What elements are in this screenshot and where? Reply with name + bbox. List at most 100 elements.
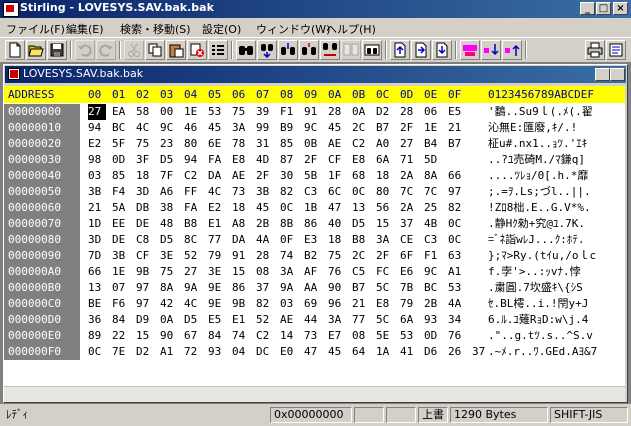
ascii-text[interactable]: '鷭..Su9ｌ(.ﾒ(.翟 (488, 104, 593, 120)
hex-byte[interactable]: 45 (208, 120, 226, 136)
hex-byte[interactable]: 45 (256, 200, 274, 216)
hex-byte[interactable]: 8B (280, 216, 298, 232)
delete-icon[interactable] (187, 40, 207, 60)
hex-byte[interactable]: 28 (328, 104, 346, 120)
hex-byte[interactable]: F4 (112, 184, 130, 200)
hex-byte[interactable]: 64 (352, 344, 370, 360)
hex-byte[interactable]: 2F (304, 152, 322, 168)
hex-byte[interactable]: 78 (232, 136, 250, 152)
hex-byte[interactable]: 4D (256, 152, 274, 168)
hex-byte[interactable]: 5C (376, 280, 394, 296)
horizontal-scrollbar[interactable] (4, 386, 625, 402)
document-icon[interactable] (8, 68, 20, 80)
hex-byte[interactable]: 3B (112, 248, 130, 264)
ascii-text[interactable]: 柾u#.nx1..ｮﾂ.'ｴｷ (488, 136, 587, 152)
hex-byte[interactable]: 08 (256, 264, 274, 280)
find-next-icon[interactable] (257, 40, 277, 60)
hex-byte[interactable]: BC (424, 280, 442, 296)
hex-byte[interactable]: A0 (376, 136, 394, 152)
hex-byte[interactable]: 9E (208, 280, 226, 296)
hex-byte[interactable]: AE (280, 312, 298, 328)
hex-byte[interactable]: 1E (184, 104, 202, 120)
hex-byte[interactable]: 76 (328, 264, 346, 280)
hex-byte[interactable]: 9A (280, 280, 298, 296)
hex-byte[interactable]: 75 (328, 248, 346, 264)
hex-byte[interactable]: 74 (280, 248, 298, 264)
hex-row[interactable]: 00000040 03 85 18 7F C2 DA AE 2F 30 5B 1F 68 18 2A 8A 66… (4, 168, 625, 184)
hex-byte[interactable]: 0B (304, 136, 322, 152)
hex-byte[interactable]: C5 (352, 264, 370, 280)
hex-byte[interactable]: 7C (424, 184, 442, 200)
hex-byte[interactable]: 8A (160, 280, 178, 296)
hex-byte[interactable]: 56 (376, 200, 394, 216)
hex-byte[interactable]: BE (88, 296, 106, 312)
hex-byte[interactable]: 15 (136, 328, 154, 344)
hex-byte[interactable]: 31 (256, 136, 274, 152)
hex-byte[interactable]: F6 (112, 296, 130, 312)
hex-byte[interactable]: 2C (352, 120, 370, 136)
hex-row[interactable]: 000000E0 89 22 15 90 67 84 74 C2 14 73 E7 08 5E 53 0D 76… (4, 328, 625, 344)
hex-byte[interactable]: 39 (256, 104, 274, 120)
hex-byte[interactable]: 9C (160, 120, 178, 136)
mark-icon[interactable] (460, 40, 480, 60)
hex-byte[interactable]: AF (304, 264, 322, 280)
hex-byte[interactable]: 1E (112, 264, 130, 280)
menu-search[interactable]: 検索・移動(S) (120, 21, 191, 37)
hex-byte[interactable]: 22 (112, 328, 130, 344)
hex-byte[interactable]: 0C (448, 232, 466, 248)
hex-byte[interactable]: 2A (400, 200, 418, 216)
hex-byte[interactable]: 66 (448, 168, 466, 184)
hex-byte[interactable]: 73 (304, 328, 322, 344)
hex-byte[interactable]: DB (136, 200, 154, 216)
hex-byte[interactable]: 37 (256, 280, 274, 296)
minimize-button[interactable]: _ (580, 2, 595, 15)
hex-row[interactable]: 00000060 21 5A DB 38 FA E2 18 45 0C 1B 47 13 56 2A 25 82… (4, 200, 625, 216)
hex-byte[interactable]: 34 (448, 312, 466, 328)
hex-byte[interactable]: 97 (136, 296, 154, 312)
hex-row[interactable]: 00000080 3D DE C8 D5 8C 77 DA 4A 0F E3 18 B8 3A CE C3 0C… (4, 232, 625, 248)
hex-byte[interactable]: 0D (112, 152, 130, 168)
hex-byte[interactable]: 0C (448, 216, 466, 232)
hex-byte[interactable]: 0A (160, 312, 178, 328)
hex-byte[interactable]: 99 (256, 120, 274, 136)
copy-icon[interactable] (145, 40, 165, 60)
hex-byte[interactable]: 23 (160, 136, 178, 152)
hex-byte[interactable]: 26 (448, 344, 466, 360)
hex-byte[interactable]: 4B (424, 216, 442, 232)
hex-byte[interactable]: 52 (256, 312, 274, 328)
hex-byte[interactable]: 30 (280, 168, 298, 184)
hex-row[interactable]: 000000A0 66 1E 9B 75 27 3E 15 08 3A AF 76 C5 FC E6 9C A1… (4, 264, 625, 280)
ascii-text[interactable]: !Zﾛ8柮.E..G.V*%. (488, 200, 591, 216)
hex-row[interactable]: 00000010 94 BC 4C 9C 46 45 3A 99 B9 9C 45 2C B7 2F 1E 21… (4, 120, 625, 136)
hex-byte[interactable]: CF (328, 152, 346, 168)
hex-byte[interactable]: 63 (448, 248, 466, 264)
hex-byte[interactable]: 1B (304, 200, 322, 216)
hex-byte[interactable]: 9C (424, 264, 442, 280)
hex-byte[interactable]: 2F (400, 120, 418, 136)
menu-settings[interactable]: 設定(O) (202, 21, 241, 37)
hex-byte[interactable]: 69 (304, 296, 322, 312)
hex-byte[interactable]: D5 (160, 152, 178, 168)
hex-byte[interactable]: 21 (88, 200, 106, 216)
hex-row[interactable]: 00000090 7D 3B CF 3E 52 79 91 28 74 B2 75 2C 2F 6F F1 63… (4, 248, 625, 264)
hex-byte[interactable]: 85 (112, 168, 130, 184)
hex-row[interactable]: 00000070 1D EE DE 48 B8 E1 A8 2B 8B 86 40 D5 15 37 4B 0C… (4, 216, 625, 232)
hex-byte[interactable]: 47 (328, 200, 346, 216)
hex-byte[interactable]: 80 (184, 136, 202, 152)
hex-byte[interactable]: BC (112, 120, 130, 136)
hex-byte[interactable]: 66 (88, 264, 106, 280)
hex-byte[interactable]: 97 (136, 280, 154, 296)
hex-byte[interactable]: 4C (184, 296, 202, 312)
hex-byte[interactable]: 4A (256, 232, 274, 248)
hex-byte[interactable]: 03 (88, 168, 106, 184)
hex-byte[interactable]: 9E (208, 296, 226, 312)
hex-byte[interactable]: A1 (160, 344, 178, 360)
hex-byte[interactable]: B7 (448, 136, 466, 152)
hex-byte[interactable]: CF (136, 248, 154, 264)
hex-byte[interactable]: 08 (352, 328, 370, 344)
hex-byte[interactable]: C8 (136, 232, 154, 248)
hex-byte[interactable]: E5 (208, 312, 226, 328)
ascii-text[interactable]: .~ﾒ.r..ﾜ.GEd.Aﾖ&7 (488, 344, 597, 360)
hex-view[interactable]: ADDRESS 00 01 02 03 04 05 06 07 08 09 0A… (4, 86, 625, 386)
hex-byte[interactable]: 44 (304, 312, 322, 328)
